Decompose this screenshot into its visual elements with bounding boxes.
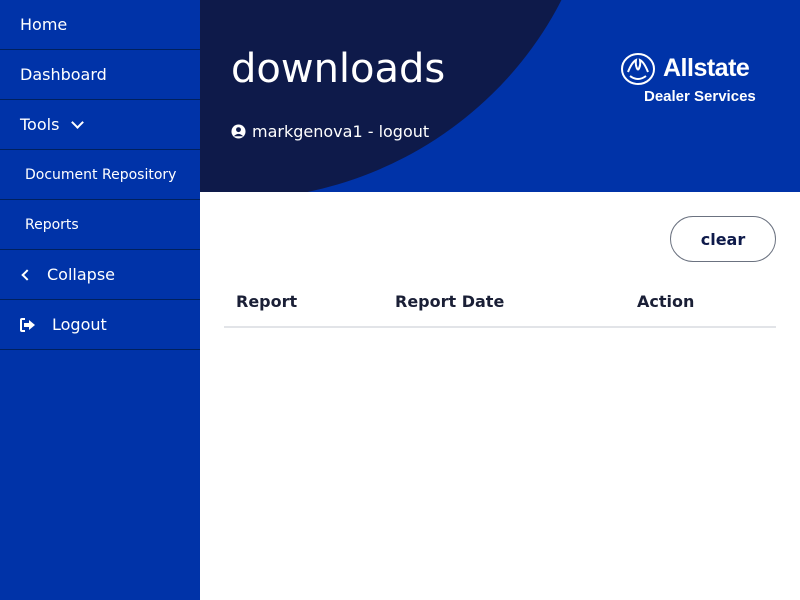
sidebar: Home Dashboard Tools Document Repository… [0, 0, 200, 600]
chevron-left-icon [21, 268, 33, 281]
chevron-down-icon [71, 115, 85, 129]
column-header-action: Action [637, 292, 695, 311]
sidebar-item-tools[interactable]: Tools [0, 100, 200, 150]
sidebar-item-logout[interactable]: Logout [0, 300, 200, 350]
sidebar-item-label: Dashboard [20, 65, 107, 84]
sidebar-item-label: Document Repository [25, 166, 177, 183]
sidebar-item-label: Collapse [47, 265, 115, 284]
brand-logo: Allstate Dealer Services [620, 52, 770, 112]
brand-subtitle: Dealer Services [644, 88, 756, 105]
sidebar-item-collapse[interactable]: Collapse [0, 250, 200, 300]
sidebar-item-dashboard[interactable]: Dashboard [0, 50, 200, 100]
logout-icon [20, 317, 35, 332]
user-logout-link[interactable]: markgenova1 - logout [231, 122, 429, 141]
reports-table: Report Report Date Action [224, 282, 776, 328]
allstate-hands-icon [621, 53, 655, 85]
page-title: downloads [231, 46, 446, 92]
sidebar-item-label: Reports [25, 216, 79, 233]
sidebar-item-home[interactable]: Home [0, 0, 200, 50]
sidebar-item-label: Tools [20, 115, 60, 134]
brand-name: Allstate [663, 54, 750, 82]
user-text: markgenova1 - logout [252, 122, 430, 141]
sidebar-item-reports[interactable]: Reports [0, 200, 200, 250]
user-circle-icon [231, 124, 246, 139]
header-arc-decoration [200, 0, 600, 192]
page-header: downloads markgenova1 - logout Allstate … [200, 0, 800, 192]
sidebar-item-label: Home [20, 15, 68, 34]
sidebar-item-label: Logout [52, 315, 107, 334]
column-header-report[interactable]: Report [236, 292, 297, 311]
column-header-report-date[interactable]: Report Date [395, 292, 504, 311]
sidebar-item-document-repository[interactable]: Document Repository [0, 150, 200, 200]
clear-button[interactable]: clear [670, 216, 776, 262]
